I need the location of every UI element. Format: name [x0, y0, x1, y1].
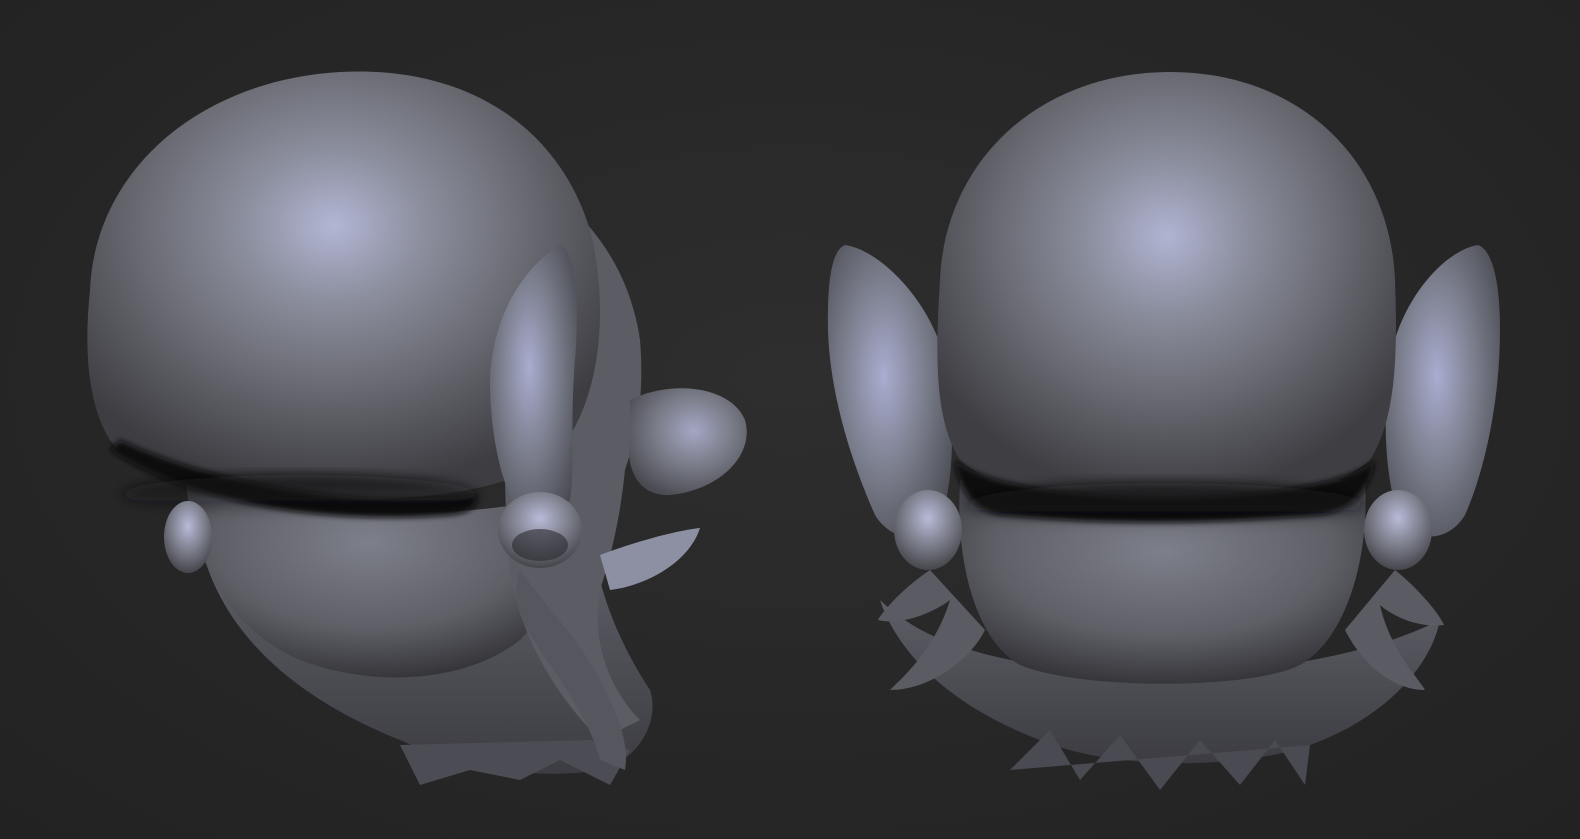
- back-view: [827, 72, 1500, 790]
- three-quarter-back-view: [87, 71, 747, 785]
- back-lobe-left: [164, 501, 212, 573]
- crease-shadow-right: [965, 483, 1365, 527]
- skull-right: [937, 72, 1396, 505]
- sculpt-viewport: [0, 0, 1580, 839]
- earring-right-view-left: [894, 490, 962, 570]
- render-canvas: [87, 71, 1500, 790]
- tusk-left: [600, 528, 700, 590]
- nose-left: [629, 388, 747, 496]
- earring-hole-left: [512, 529, 568, 561]
- earring-right-view-right: [1364, 490, 1432, 570]
- beard-tuft-left: [400, 740, 630, 785]
